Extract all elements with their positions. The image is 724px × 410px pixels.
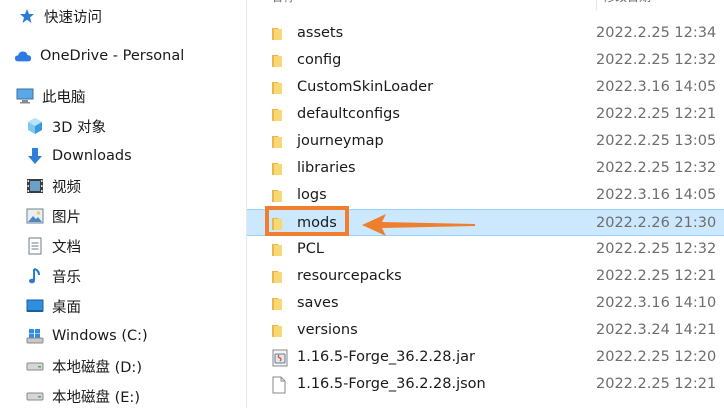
file-name: 1.16.5-Forge_36.2.28.json [297, 376, 486, 392]
nav-item-label: 本地磁盘 (E:) [52, 389, 140, 406]
file-date: 2022.2.25 12:32 [596, 241, 717, 257]
file-date: 2022.2.25 12:34 [596, 25, 717, 41]
annotation-highlight-box [265, 206, 349, 236]
downloads-icon [26, 147, 44, 165]
file-date: 2022.2.25 12:20 [596, 349, 717, 365]
folder-icon [271, 25, 289, 41]
file-name: resourcepacks [297, 268, 402, 284]
file-date: 2022.2.25 12:21 [596, 106, 717, 122]
nav-item-documents[interactable]: 文档 [26, 232, 81, 260]
3d-objects-icon [26, 117, 44, 135]
file-row-libraries[interactable]: libraries 2022.2.25 12:32 [247, 155, 724, 182]
folder-icon [271, 52, 289, 68]
file-date: 2022.3.16 14:05 [596, 187, 717, 203]
windows-drive-icon [26, 327, 44, 345]
drive-icon [26, 387, 44, 405]
nav-item-drive-e[interactable]: 本地磁盘 (E:) [26, 382, 140, 410]
pictures-icon [26, 207, 44, 225]
nav-item-3d-objects[interactable]: 3D 对象 [26, 112, 106, 140]
nav-item-desktop[interactable]: 桌面 [26, 292, 81, 320]
navigation-pane: 快速访问 OneDrive - Personal 此电脑 3D 对象 Downl… [0, 0, 246, 408]
star-icon [18, 7, 36, 25]
nav-item-drive-d[interactable]: 本地磁盘 (D:) [26, 352, 142, 380]
folder-icon [271, 160, 289, 176]
file-row-pcl[interactable]: PCL 2022.2.25 12:32 [247, 236, 724, 263]
jar-file-icon [271, 349, 289, 367]
folder-icon [271, 241, 289, 257]
annotation-arrow [362, 214, 475, 236]
column-header: 名称 修改日期 [247, 0, 724, 10]
folder-icon [271, 268, 289, 284]
nav-item-drive-c[interactable]: Windows (C:) [26, 322, 148, 350]
file-row-config[interactable]: config 2022.2.25 12:32 [247, 47, 724, 74]
nav-item-label: 文档 [52, 239, 81, 256]
file-row-customskinloader[interactable]: CustomSkinLoader 2022.3.16 14:05 [247, 74, 724, 101]
file-date: 2022.2.25 12:32 [596, 160, 717, 176]
nav-item-label: Downloads [52, 148, 132, 164]
file-row-resourcepacks[interactable]: resourcepacks 2022.2.25 12:21 [247, 263, 724, 290]
file-name: versions [297, 322, 358, 338]
nav-item-label: 本地磁盘 (D:) [52, 359, 142, 376]
file-row-assets[interactable]: assets 2022.2.25 12:34 [247, 20, 724, 47]
videos-icon [26, 177, 44, 195]
file-name: defaultconfigs [297, 106, 400, 122]
folder-icon [271, 133, 289, 149]
file-date: 2022.2.25 12:21 [596, 376, 717, 392]
nav-onedrive[interactable]: OneDrive - Personal [14, 42, 184, 70]
nav-item-label: 桌面 [52, 299, 81, 316]
nav-item-label: 音乐 [52, 269, 81, 286]
file-name: saves [297, 295, 339, 311]
file-list: 名称 修改日期 assets 2022.2.25 12:34 config 2022.… [247, 0, 724, 408]
nav-item-videos[interactable]: 视频 [26, 172, 81, 200]
nav-this-pc-label: 此电脑 [42, 89, 86, 106]
nav-item-music[interactable]: 音乐 [26, 262, 81, 290]
file-row-journeymap[interactable]: journeymap 2022.2.25 13:05 [247, 128, 724, 155]
file-row-defaultconfigs[interactable]: defaultconfigs 2022.2.25 12:21 [247, 101, 724, 128]
folder-icon [271, 322, 289, 338]
computer-icon [16, 87, 34, 105]
file-row-saves[interactable]: saves 2022.3.16 14:10 [247, 290, 724, 317]
file-name: 1.16.5-Forge_36.2.28.jar [297, 349, 475, 365]
file-date: 2022.3.16 14:10 [596, 295, 717, 311]
file-row-versions[interactable]: versions 2022.3.24 14:21 [247, 317, 724, 344]
file-name: CustomSkinLoader [297, 79, 434, 95]
file-name: journeymap [297, 133, 384, 149]
folder-icon [271, 295, 289, 311]
documents-icon [26, 237, 44, 255]
nav-item-label: Windows (C:) [52, 328, 148, 344]
file-date: 2022.3.16 14:05 [596, 79, 717, 95]
nav-item-downloads[interactable]: Downloads [26, 142, 132, 170]
file-row-logs[interactable]: logs 2022.3.16 14:05 [247, 182, 724, 209]
file-name: libraries [297, 160, 356, 176]
file-row-1-16-5-forge-36-2-28-json[interactable]: 1.16.5-Forge_36.2.28.json 2022.2.25 12:21 [247, 371, 724, 398]
file-date: 2022.2.26 21:30 [596, 215, 717, 231]
folder-icon [271, 187, 289, 203]
file-name: assets [297, 25, 344, 41]
file-name: logs [297, 187, 327, 203]
nav-item-label: 图片 [52, 209, 81, 226]
nav-item-label: 3D 对象 [52, 119, 106, 136]
nav-quick-access-label: 快速访问 [44, 9, 102, 26]
file-name: config [297, 52, 342, 68]
cloud-icon [14, 47, 32, 65]
nav-item-pictures[interactable]: 图片 [26, 202, 81, 230]
file-row-1-16-5-forge-36-2-28-jar[interactable]: 1.16.5-Forge_36.2.28.jar 2022.2.25 12:20 [247, 344, 724, 371]
nav-quick-access[interactable]: 快速访问 [18, 2, 102, 30]
nav-this-pc[interactable]: 此电脑 [16, 82, 86, 110]
desktop-icon [26, 297, 44, 315]
column-header-date[interactable]: 修改日期 [596, 0, 651, 10]
file-date: 2022.2.25 12:32 [596, 52, 717, 68]
folder-icon [271, 79, 289, 95]
file-icon [271, 376, 289, 394]
file-date: 2022.3.24 14:21 [596, 322, 717, 338]
file-name: PCL [297, 241, 324, 257]
nav-item-label: 视频 [52, 179, 81, 196]
file-date: 2022.2.25 13:05 [596, 133, 717, 149]
file-date: 2022.2.25 12:21 [596, 268, 717, 284]
nav-onedrive-label: OneDrive - Personal [40, 48, 185, 64]
music-icon [26, 267, 44, 285]
drive-icon [26, 357, 44, 375]
column-header-name[interactable]: 名称 [271, 0, 295, 5]
folder-icon [271, 106, 289, 122]
